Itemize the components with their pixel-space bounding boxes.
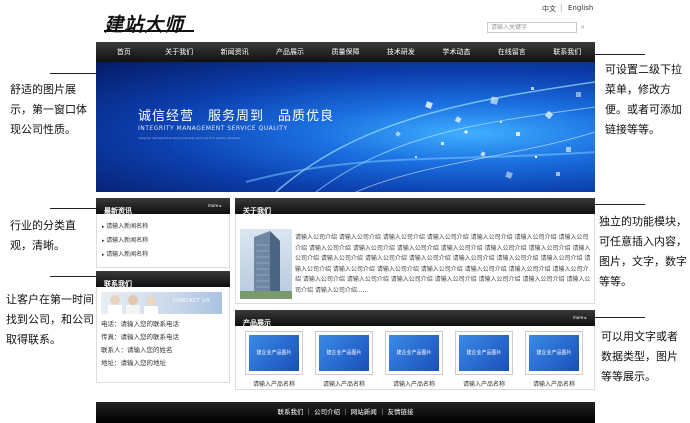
contact-list: 电话：请输入您的联系电话 传真：请输入您的联系电话 联系人：请输入您的姓名 地址：请输… [101, 318, 226, 370]
note-leader-line [595, 317, 645, 318]
product-card[interactable]: 建企业产品图片 [455, 331, 513, 375]
news-item-title: 请输入新闻名称 [106, 251, 149, 258]
note-leader-line [595, 54, 645, 55]
nav-item[interactable]: 联系我们 [540, 42, 595, 62]
note-leader-line [50, 276, 96, 277]
banner-tiny-text: integrity management service quality goo… [138, 136, 241, 140]
note-banner: 舒适的图片展示，第一窗口体现公司性质。 [10, 83, 87, 136]
banner-slogan: 诚信经营 服务周到 品质优良 [138, 109, 335, 124]
lang-english-link[interactable]: English [568, 4, 593, 12]
product-thumbnail: 建企业产品图片 [249, 335, 299, 371]
product-thumbnail: 建企业产品图片 [459, 335, 509, 371]
news-more-link[interactable]: more ▸ [208, 198, 222, 214]
nav-item[interactable]: 学术动态 [429, 42, 484, 62]
contact-line: 电话：请输入您的联系电话 [101, 320, 179, 328]
nav-item[interactable]: 关于我们 [151, 42, 206, 62]
nav-item[interactable]: 技术研发 [373, 42, 428, 62]
product-name[interactable]: 请输入产品名称 [239, 379, 309, 388]
products-header: 产品展示 [235, 310, 595, 327]
contact-image-text: CONTACT US [173, 298, 211, 304]
products-title: 产品展示 [243, 319, 271, 327]
product-name[interactable]: 请输入产品名称 [309, 379, 379, 388]
products-more-link[interactable]: more ▸ [573, 310, 587, 326]
nav-item[interactable]: 首页 [96, 42, 151, 62]
contact-line: 地址：请输入您的地址 [101, 359, 166, 367]
news-item-title: 请输入新闻名称 [106, 237, 149, 244]
about-title: 关于我们 [243, 207, 271, 215]
product-name[interactable]: 请输入产品名称 [519, 379, 589, 388]
footer-links[interactable]: 联系我们 ｜ 公司介绍 ｜ 网站新闻 ｜ 友情链接 [96, 402, 595, 423]
product-card[interactable]: 建企业产品图片 [385, 331, 443, 375]
contact-image: CONTACT US [101, 292, 222, 314]
product-thumbnail: 建企业产品图片 [529, 335, 579, 371]
news-item-title: 请输入新闻名称 [106, 223, 149, 230]
banner-subtitle: INTEGRITY MANAGEMENT SERVICE QUALITY [138, 125, 288, 132]
search-icon[interactable]: ⌕ [578, 22, 588, 33]
banner: 诚信经营 服务周到 品质优良 INTEGRITY MANAGEMENT SERV… [96, 62, 595, 192]
news-list-item[interactable]: ▸ 请输入新闻名称 [102, 220, 227, 234]
note-leader-line [50, 73, 96, 74]
nav-item[interactable]: 产品展示 [262, 42, 317, 62]
about-header: 关于我们 [235, 198, 595, 215]
note-contact: 让客户在第一时间找到公司，和公司取得联系。 [6, 293, 94, 346]
note-products: 可以用文字或者数据类型，图片等等展示。 [601, 330, 678, 383]
building-icon [240, 231, 292, 299]
news-list: ▸ 请输入新闻名称 ▸ 请输入新闻名称 ▸ 请输入新闻名称 [102, 220, 227, 262]
about-text: 请输入公司介绍 请输入公司介绍 请输入公司介绍 请输入公司介绍 请输入公司介绍 … [295, 234, 591, 294]
note-modules: 独立的功能模块，可任意插入内容，图片，文字，数字等等。 [599, 215, 687, 288]
note-leader-line [50, 208, 96, 209]
lang-chinese-link[interactable]: 中文 [542, 4, 556, 14]
note-leader-line [595, 204, 645, 205]
main-nav: 首页 关于我们 新闻资讯 产品展示 质量保障 技术研发 学术动态 在线留言 联系我们 [96, 42, 595, 62]
contact-title: 联系我们 [104, 280, 132, 288]
news-list-item[interactable]: ▸ 请输入新闻名称 [102, 248, 227, 262]
product-name[interactable]: 请输入产品名称 [379, 379, 449, 388]
note-categories: 行业的分类直观，清晰。 [10, 219, 76, 252]
about-building-image [240, 229, 292, 299]
contact-header: 联系我们 [96, 271, 230, 288]
product-thumbnail: 建企业产品图片 [389, 335, 439, 371]
nav-item[interactable]: 质量保障 [318, 42, 373, 62]
note-nav: 可设置二级下拉菜单，修改方便。或者可添加链接等等。 [605, 63, 682, 136]
contact-line: 联系人：请输入您的姓名 [101, 346, 173, 354]
logo-text: 建站大师 [104, 14, 185, 36]
logo-underline [104, 30, 194, 32]
news-title: 最新资讯 [104, 207, 132, 215]
news-list-item[interactable]: ▸ 请输入新闻名称 [102, 234, 227, 248]
product-card[interactable]: 建企业产品图片 [245, 331, 303, 375]
nav-item[interactable]: 新闻资讯 [207, 42, 262, 62]
product-thumbnail: 建企业产品图片 [319, 335, 369, 371]
product-card[interactable]: 建企业产品图片 [315, 331, 373, 375]
nav-item[interactable]: 在线留言 [484, 42, 539, 62]
product-card[interactable]: 建企业产品图片 [525, 331, 583, 375]
product-name[interactable]: 请输入产品名称 [449, 379, 519, 388]
lang-separator: | [560, 4, 563, 12]
search-input[interactable]: 请输入关键字 [487, 22, 577, 33]
contact-line: 传真：请输入您的联系电话 [101, 333, 179, 341]
